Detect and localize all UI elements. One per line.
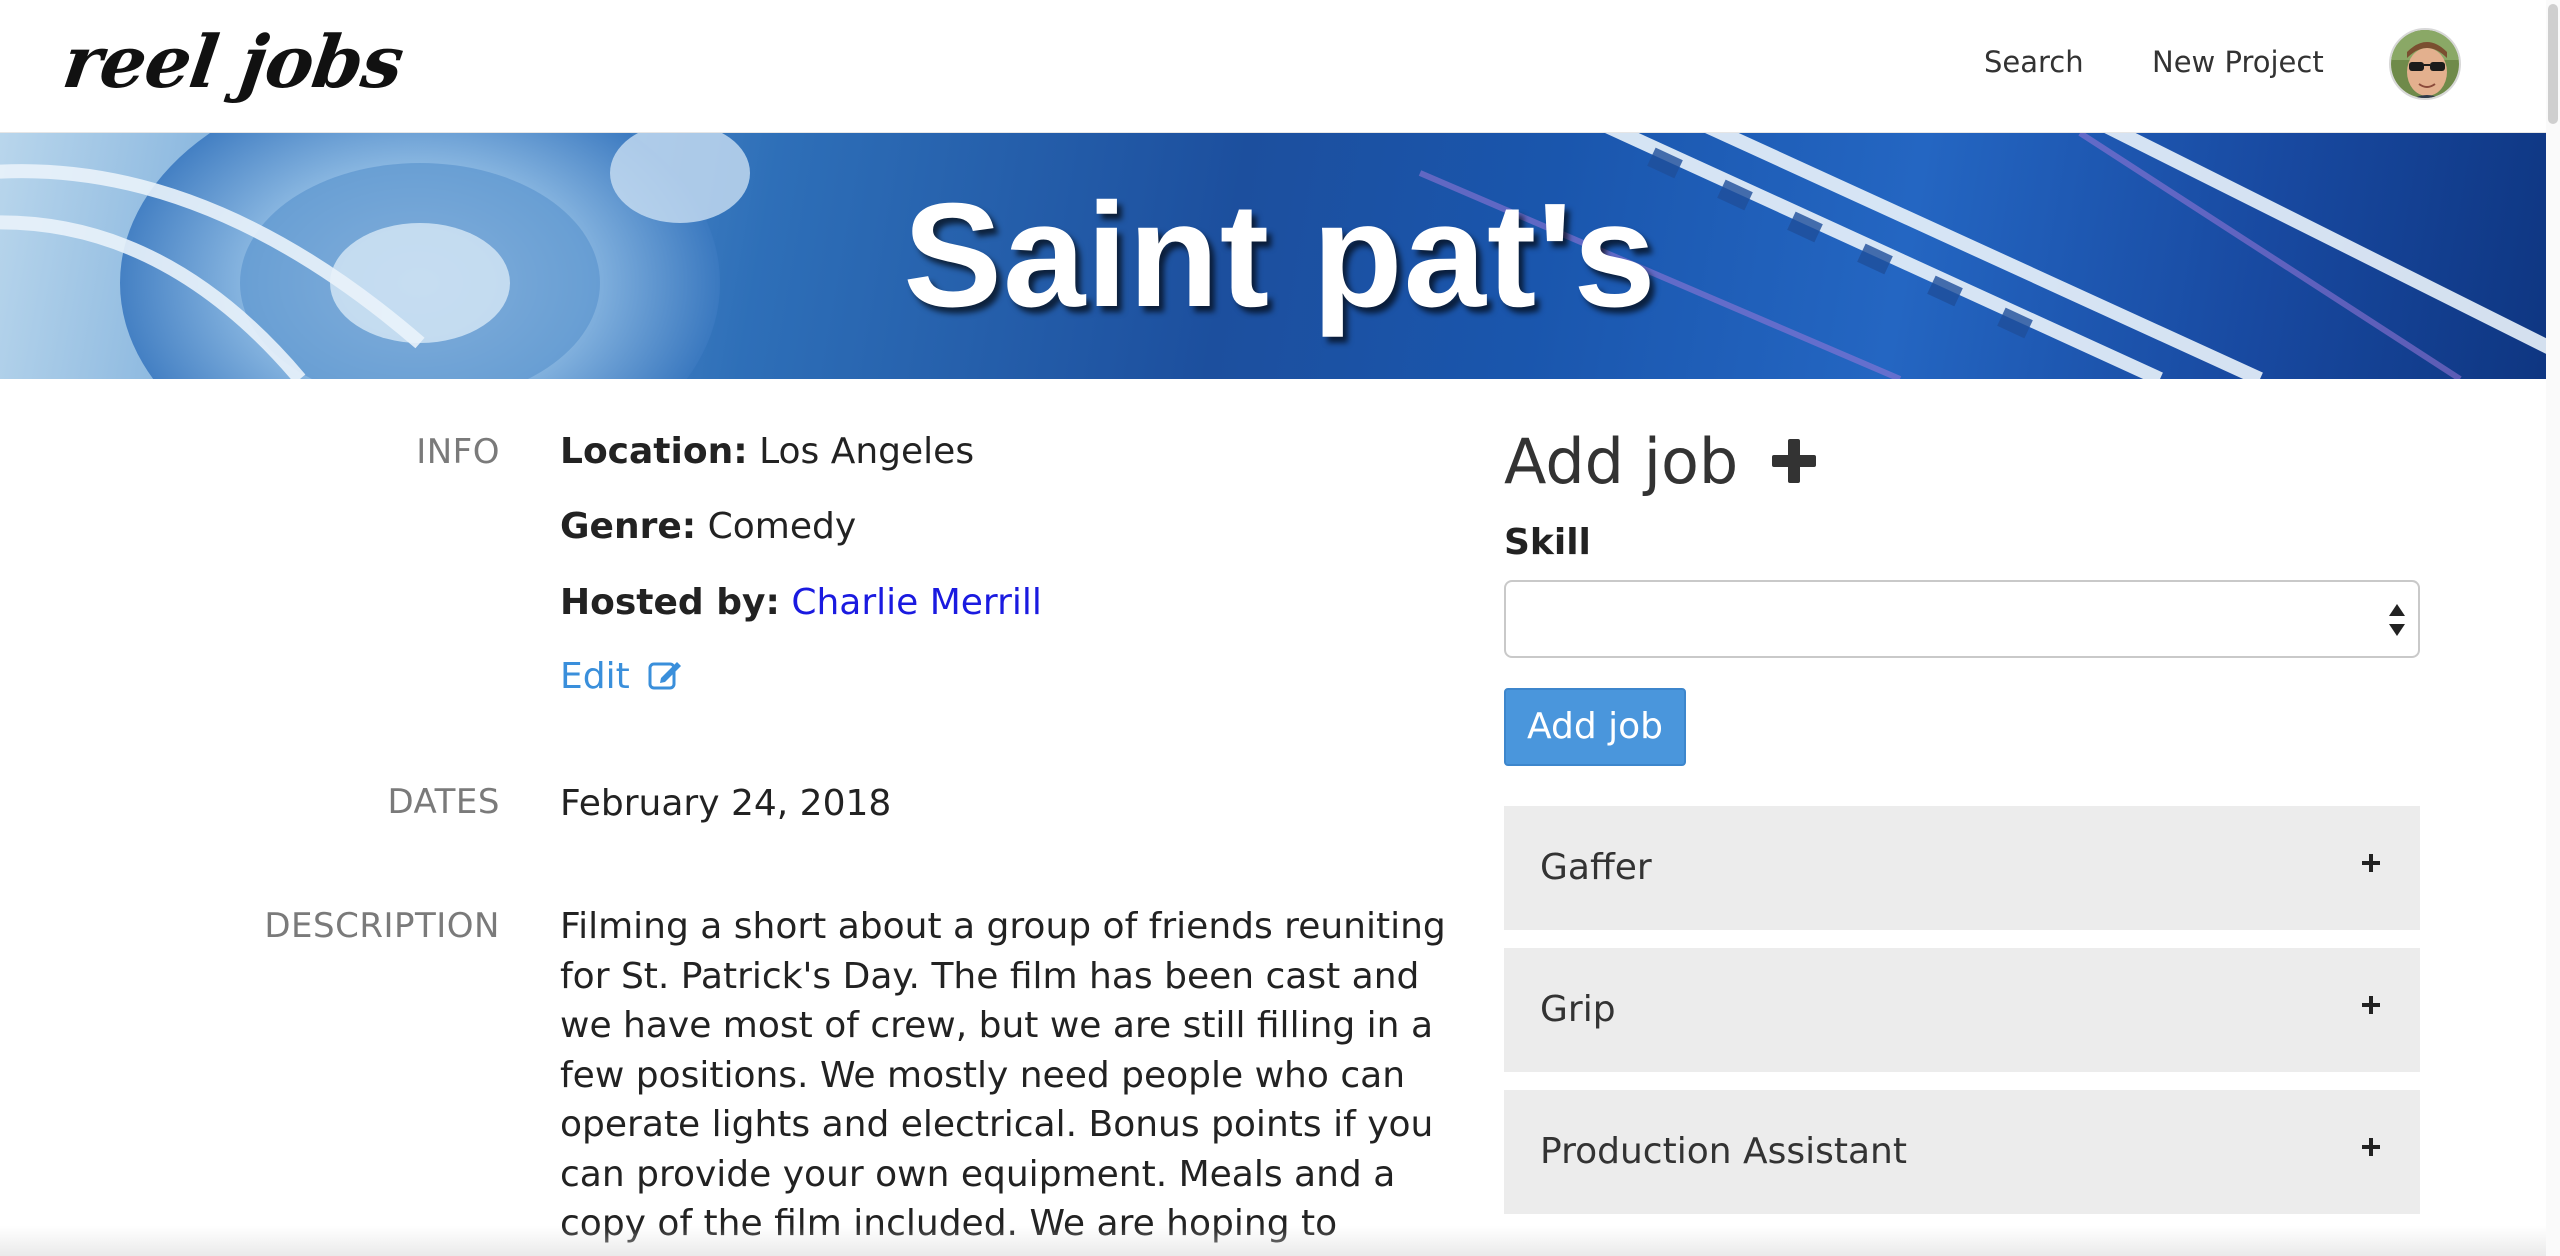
job-item-production-assistant[interactable]: Production Assistant xyxy=(1504,1090,2420,1214)
project-banner: Saint pat's xyxy=(0,133,2560,379)
dates-section-label: DATES xyxy=(387,782,500,822)
genre-field: Genre: Comedy xyxy=(560,503,856,551)
genre-label: Genre: xyxy=(560,506,697,547)
avatar-image xyxy=(2391,30,2459,98)
bottom-fade xyxy=(0,1226,2560,1256)
brand-logo[interactable]: reel jobs xyxy=(57,14,408,110)
project-description: Filming a short about a group of friends… xyxy=(560,906,1446,1256)
edit-project-link[interactable]: Edit xyxy=(560,653,683,701)
description-section-label: DESCRIPTION xyxy=(264,906,500,946)
hosted-by-label: Hosted by: xyxy=(560,582,780,623)
job-label: Gaffer xyxy=(1540,847,1652,888)
info-section-label: INFO xyxy=(416,432,500,472)
page-scrollbar[interactable] xyxy=(2546,0,2560,1256)
location-label: Location: xyxy=(560,431,748,472)
plus-icon xyxy=(1768,426,1820,483)
edit-label: Edit xyxy=(560,656,630,697)
add-job-heading: Add job xyxy=(1504,422,1820,502)
expand-plus-icon[interactable] xyxy=(2360,852,2382,874)
page: reel jobs Search New Project Saint pat's… xyxy=(0,0,2560,1256)
genre-value: Comedy xyxy=(707,506,857,547)
select-arrows-icon xyxy=(2389,604,2405,636)
job-item-gaffer[interactable]: Gaffer xyxy=(1504,806,2420,930)
host-link[interactable]: Charlie Merrill xyxy=(791,582,1042,623)
nav-new-project-link[interactable]: New Project xyxy=(2152,40,2324,84)
scrollbar-thumb[interactable] xyxy=(2548,4,2558,124)
job-label: Grip xyxy=(1540,989,1616,1030)
navbar: reel jobs Search New Project xyxy=(0,0,2560,133)
skill-select[interactable] xyxy=(1504,580,2420,658)
add-job-button[interactable]: Add job xyxy=(1504,688,1686,766)
skill-label: Skill xyxy=(1504,522,1591,563)
nav-search-link[interactable]: Search xyxy=(1984,40,2084,84)
hosted-by-field: Hosted by: Charlie Merrill xyxy=(560,579,1042,627)
expand-plus-icon[interactable] xyxy=(2360,1136,2382,1158)
project-title: Saint pat's xyxy=(903,173,1657,338)
location-value: Los Angeles xyxy=(759,431,975,472)
expand-plus-icon[interactable] xyxy=(2360,994,2382,1016)
project-date: February 24, 2018 xyxy=(560,783,892,824)
job-item-grip[interactable]: Grip xyxy=(1504,948,2420,1072)
location-field: Location: Los Angeles xyxy=(560,428,974,476)
edit-icon xyxy=(647,656,683,692)
add-job-title: Add job xyxy=(1504,425,1739,498)
user-avatar[interactable] xyxy=(2389,28,2461,100)
job-label: Production Assistant xyxy=(1540,1131,1907,1172)
